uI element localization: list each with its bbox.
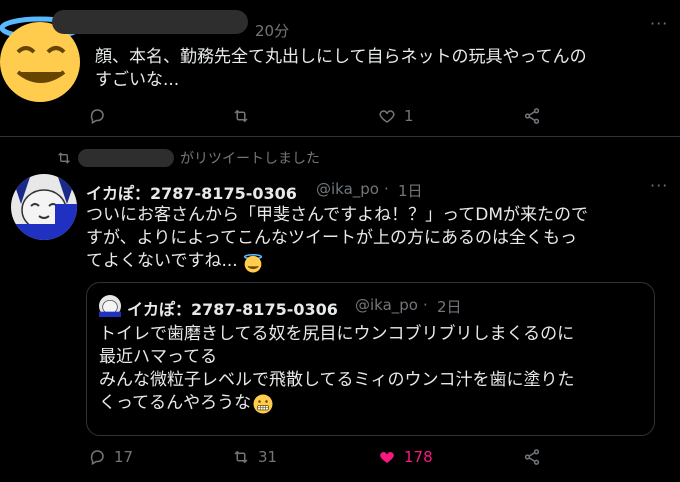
heart-filled-icon	[380, 452, 394, 463]
retweet-label: がリツイートしました	[180, 151, 320, 167]
tweet-time: 20分	[255, 22, 290, 40]
tweet-text: 顔、本名、勤務先全て丸出しにして自らネットの玩具やってんの すごいな...	[95, 47, 587, 90]
reply-icon	[90, 109, 104, 125]
redacted-retweeter	[78, 149, 174, 167]
quoted-handle: @ika_po	[355, 296, 418, 314]
like-button[interactable]: 1	[378, 107, 414, 125]
quoted-time: 2日	[437, 298, 462, 316]
tweet-time[interactable]: 1日	[398, 180, 423, 201]
time-separator: ·	[423, 296, 428, 314]
display-name[interactable]: イカぽ：2787-8175-0306	[86, 180, 297, 204]
share-button[interactable]	[523, 448, 541, 466]
tweet-2[interactable]: イカぽ：2787-8175-0306 @ika_po · 1日 ··· ついにお…	[0, 170, 680, 482]
retweet-icon	[58, 152, 70, 164]
quoted-display-name: イカぽ：2787-8175-0306	[127, 300, 338, 319]
retweet-icon	[234, 109, 248, 123]
tweet-divider	[0, 136, 680, 137]
more-menu-icon[interactable]: ···	[650, 14, 668, 33]
quoted-text: トイレで歯磨きしてる奴を尻目にウンコブリブリしまくるのに 最近ハマってる みんな…	[99, 324, 575, 413]
tweet-text: ついにお客さんから「甲斐さんですよね！？」ってDMが来たので すが、よりによって…	[86, 205, 589, 273]
time-separator: ·	[384, 180, 389, 198]
more-menu-icon[interactable]: ···	[650, 176, 668, 195]
retweet-count: 31	[258, 448, 278, 466]
quoted-avatar	[99, 295, 121, 317]
like-count: 178	[404, 448, 433, 466]
retweet-button[interactable]: 31	[232, 448, 277, 466]
tweet-1[interactable]: 20分 ··· 顔、本名、勤務先全て丸出しにして自らネットの玩具やってんの すご…	[0, 0, 680, 136]
redacted-name	[52, 10, 248, 34]
retweet-banner: がリツイートしました	[56, 146, 320, 170]
reply-button[interactable]	[88, 107, 106, 125]
share-button[interactable]	[523, 107, 541, 125]
user-avatar[interactable]	[11, 174, 77, 240]
reply-icon	[90, 450, 104, 466]
quoted-tweet[interactable]: イカぽ：2787-8175-0306 @ika_po · 2日 トイレで歯磨きし…	[86, 282, 655, 436]
heart-outline-icon	[379, 110, 395, 123]
retweet-button[interactable]	[232, 107, 250, 125]
user-handle[interactable]: @ika_po	[316, 180, 379, 198]
grimacing-emoji	[253, 394, 273, 413]
share-icon	[524, 449, 540, 465]
angel-emoji	[243, 253, 262, 273]
reply-button[interactable]: 17	[88, 448, 133, 466]
share-icon	[524, 108, 540, 124]
retweet-icon	[234, 450, 248, 464]
like-button[interactable]: 178	[378, 448, 433, 466]
reply-count: 17	[114, 448, 134, 466]
like-count: 1	[404, 107, 414, 125]
